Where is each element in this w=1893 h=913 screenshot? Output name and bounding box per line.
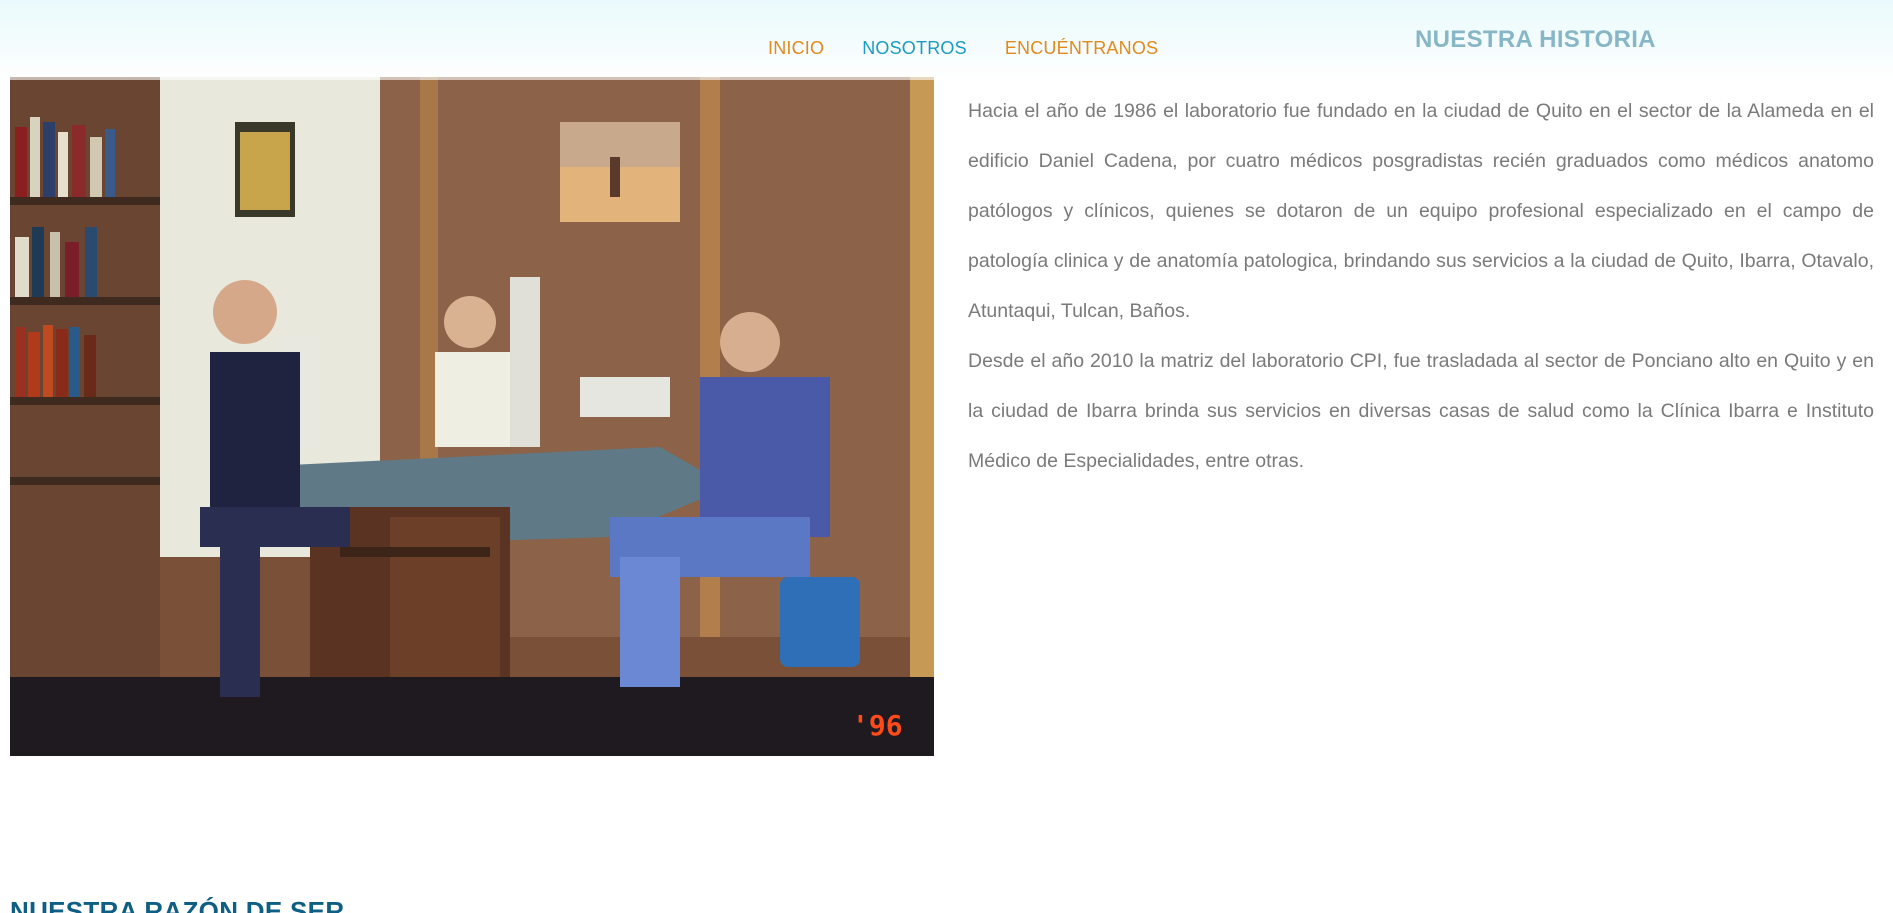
main-nav: INICIO NOSOTROS ENCUÉNTRANOS [768,38,1158,59]
nav-link-nosotros[interactable]: NOSOTROS [862,38,967,59]
history-photo: '96 [10,77,934,756]
mission-title: NUESTRA RAZÓN DE SER [10,896,345,913]
history-title: NUESTRA HISTORIA [1415,26,1656,53]
page: INICIO NOSOTROS ENCUÉNTRANOS NUESTRA HIS… [0,0,1893,913]
nav-link-encuentranos[interactable]: ENCUÉNTRANOS [1005,38,1158,59]
history-paragraph-1: Hacia el año de 1986 el laboratorio fue … [968,100,1874,322]
photo-date-stamp: '96 [852,709,903,742]
nav-link-inicio[interactable]: INICIO [768,38,824,59]
history-paragraph-2: Desde el año 2010 la matriz del laborato… [968,350,1874,472]
history-story: Hacia el año de 1986 el laboratorio fue … [968,86,1874,486]
